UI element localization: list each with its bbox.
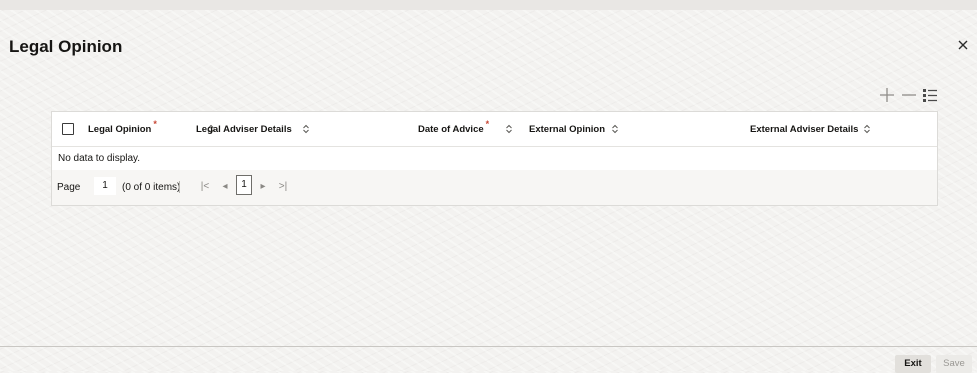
page-title: Legal Opinion xyxy=(9,37,123,56)
page-label: Page xyxy=(57,182,81,193)
pager-divider xyxy=(179,181,180,193)
top-band xyxy=(0,0,977,10)
item-count: (0 of 0 items) xyxy=(122,182,181,193)
sort-icon[interactable] xyxy=(505,124,513,134)
empty-message: No data to display. xyxy=(58,153,141,164)
sort-icon[interactable] xyxy=(611,124,619,134)
previous-page-icon[interactable]: ◂ xyxy=(220,181,230,193)
column-header-legal-adviser-details[interactable]: Legal Adviser Details xyxy=(196,124,309,135)
legal-opinion-grid: Legal Opinion * Legal Adviser Details Dat… xyxy=(51,111,938,206)
save-button[interactable]: Save xyxy=(936,355,972,373)
sort-icon[interactable] xyxy=(863,124,871,134)
close-icon[interactable] xyxy=(956,38,970,52)
current-page-button[interactable]: 1 xyxy=(236,175,252,195)
column-header-external-adviser-details[interactable]: External Adviser Details xyxy=(750,124,870,135)
plus-icon[interactable] xyxy=(878,86,896,104)
exit-button[interactable]: Exit xyxy=(895,355,931,373)
first-page-icon[interactable]: |< xyxy=(200,181,210,193)
pagination-bar: Page 1 (0 of 0 items) |< ◂ 1 ▸ >| xyxy=(52,170,937,205)
minus-icon[interactable] xyxy=(900,86,918,104)
column-header-date-of-advice[interactable]: Date of Advice * xyxy=(418,119,512,135)
footer-divider xyxy=(0,346,977,347)
grid-toolbar xyxy=(878,86,938,104)
select-all-checkbox[interactable] xyxy=(62,123,74,135)
next-page-icon[interactable]: ▸ xyxy=(258,181,268,193)
page-number-input[interactable]: 1 xyxy=(94,177,116,195)
required-marker: * xyxy=(153,119,157,129)
column-header-legal-opinion[interactable]: Legal Opinion * xyxy=(88,119,214,135)
list-columns-icon[interactable] xyxy=(922,86,940,104)
sort-icon[interactable] xyxy=(302,124,310,134)
column-header-external-opinion[interactable]: External Opinion xyxy=(529,124,618,135)
required-marker: * xyxy=(485,119,490,129)
grid-header: Legal Opinion * Legal Adviser Details Dat… xyxy=(52,112,937,147)
last-page-icon[interactable]: >| xyxy=(278,181,288,193)
